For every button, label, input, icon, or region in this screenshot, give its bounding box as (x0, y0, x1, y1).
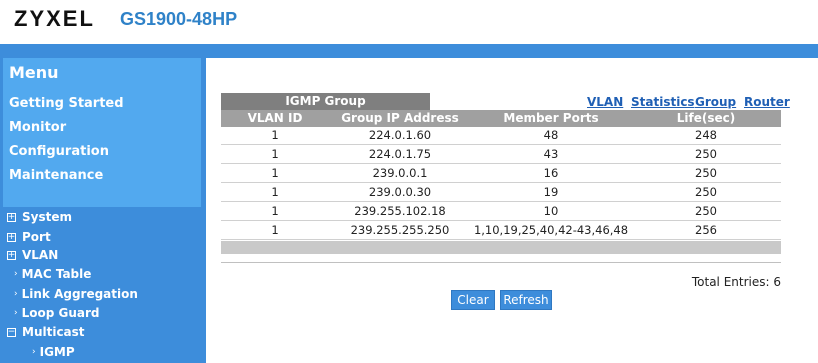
arrow-right-icon: › (32, 347, 36, 357)
menu-title: Menu (9, 63, 59, 82)
column-header-group-ip: Group IP Address (341, 111, 459, 125)
cell-member-ports: 19 (543, 185, 559, 199)
table-footer-bar (221, 241, 781, 254)
total-entries: Total Entries: 6 (691, 275, 781, 289)
tree-item-label: VLAN (22, 248, 59, 262)
expand-icon[interactable]: + (7, 232, 16, 242)
cell-vlan-id: 1 (271, 185, 279, 199)
tree-item-system[interactable]: + System (7, 210, 72, 224)
clear-button[interactable]: Clear (451, 290, 495, 310)
cell-group-ip: 239.0.0.1 (372, 166, 428, 180)
main-content: IGMP Group VLAN Statistics Group Router … (206, 58, 818, 363)
model-name: GS1900-48HP (120, 9, 238, 29)
divider (221, 262, 781, 263)
cell-member-ports: 48 (543, 128, 559, 142)
top-bar (0, 44, 818, 58)
table-row: 1 239.0.0.30 19 250 (221, 184, 781, 202)
column-header-vlan-id: VLAN ID (247, 111, 303, 125)
cell-member-ports: 16 (543, 166, 559, 180)
collapse-icon[interactable]: − (7, 327, 16, 337)
tree-item-multicast[interactable]: − Multicast (7, 325, 85, 339)
cell-group-ip: 224.0.1.60 (368, 128, 432, 142)
tree-item-vlan[interactable]: + VLAN (7, 248, 58, 262)
tree-item-label: IGMP (39, 345, 75, 359)
arrow-right-icon: › (14, 269, 18, 279)
tree-item-label: MAC Table (21, 267, 92, 281)
column-header-life: Life(sec) (676, 111, 736, 125)
cell-member-ports: 1,10,19,25,40,42-43,46,48 (473, 223, 629, 237)
sidebar: Menu Getting Started Monitor Configurati… (0, 58, 206, 363)
arrow-right-icon: › (14, 289, 18, 299)
table-row: 1 224.0.1.60 48 248 (221, 127, 781, 145)
refresh-button[interactable]: Refresh (500, 290, 552, 310)
menu-panel: Menu Getting Started Monitor Configurati… (3, 58, 201, 207)
expand-icon[interactable]: + (7, 212, 16, 222)
tree-item-label: Port (22, 230, 51, 244)
tree-item-link-aggregation[interactable]: › Link Aggregation (14, 287, 138, 301)
link-group[interactable]: Group (695, 95, 736, 109)
table-header: VLAN ID Group IP Address Member Ports Li… (221, 110, 781, 127)
cell-group-ip: 239.255.102.18 (354, 204, 446, 218)
link-statistics[interactable]: Statistics (631, 95, 695, 109)
menu-item-getting-started[interactable]: Getting Started (9, 96, 124, 111)
tree-item-label: Loop Guard (21, 306, 100, 320)
cell-life: 248 (695, 128, 717, 142)
cell-member-ports: 10 (543, 204, 559, 218)
cell-vlan-id: 1 (271, 128, 279, 142)
cell-life: 250 (695, 204, 717, 218)
cell-group-ip: 239.0.0.30 (368, 185, 432, 199)
expand-icon[interactable]: + (7, 250, 16, 260)
cell-vlan-id: 1 (271, 166, 279, 180)
arrow-right-icon: › (14, 308, 18, 318)
table-row: 1 239.0.0.1 16 250 (221, 165, 781, 183)
link-router[interactable]: Router (744, 95, 790, 109)
table-row: 1 239.255.255.250 1,10,19,25,40,42-43,46… (221, 222, 781, 240)
table-row: 1 239.255.102.18 10 250 (221, 203, 781, 221)
cell-life: 250 (695, 166, 717, 180)
cell-group-ip: 224.0.1.75 (368, 147, 432, 161)
cell-vlan-id: 1 (271, 147, 279, 161)
tree-item-label: Multicast (22, 325, 85, 339)
menu-item-maintenance[interactable]: Maintenance (9, 168, 103, 183)
cell-vlan-id: 1 (271, 204, 279, 218)
column-header-member-ports: Member Ports (503, 111, 599, 125)
menu-item-configuration[interactable]: Configuration (9, 144, 109, 159)
cell-vlan-id: 1 (271, 223, 279, 237)
tree-item-port[interactable]: + Port (7, 230, 51, 244)
tree-item-label: Link Aggregation (21, 287, 138, 301)
link-vlan[interactable]: VLAN (587, 95, 623, 109)
tree-item-loop-guard[interactable]: › Loop Guard (14, 306, 100, 320)
zyxel-logo: ZYXEL (14, 6, 95, 31)
table-row: 1 224.0.1.75 43 250 (221, 146, 781, 164)
cell-life: 250 (695, 147, 717, 161)
cell-group-ip: 239.255.255.250 (350, 223, 450, 237)
tree-item-label: System (22, 210, 72, 224)
tree-item-igmp[interactable]: › IGMP (32, 345, 75, 359)
cell-life: 250 (695, 185, 717, 199)
tree-item-mac-table[interactable]: › MAC Table (14, 267, 91, 281)
cell-life: 256 (695, 223, 717, 237)
header: ZYXEL GS1900-48HP (0, 0, 818, 44)
cell-member-ports: 43 (543, 147, 559, 161)
tab-igmp-group[interactable]: IGMP Group (221, 93, 430, 110)
menu-item-monitor[interactable]: Monitor (9, 120, 66, 135)
